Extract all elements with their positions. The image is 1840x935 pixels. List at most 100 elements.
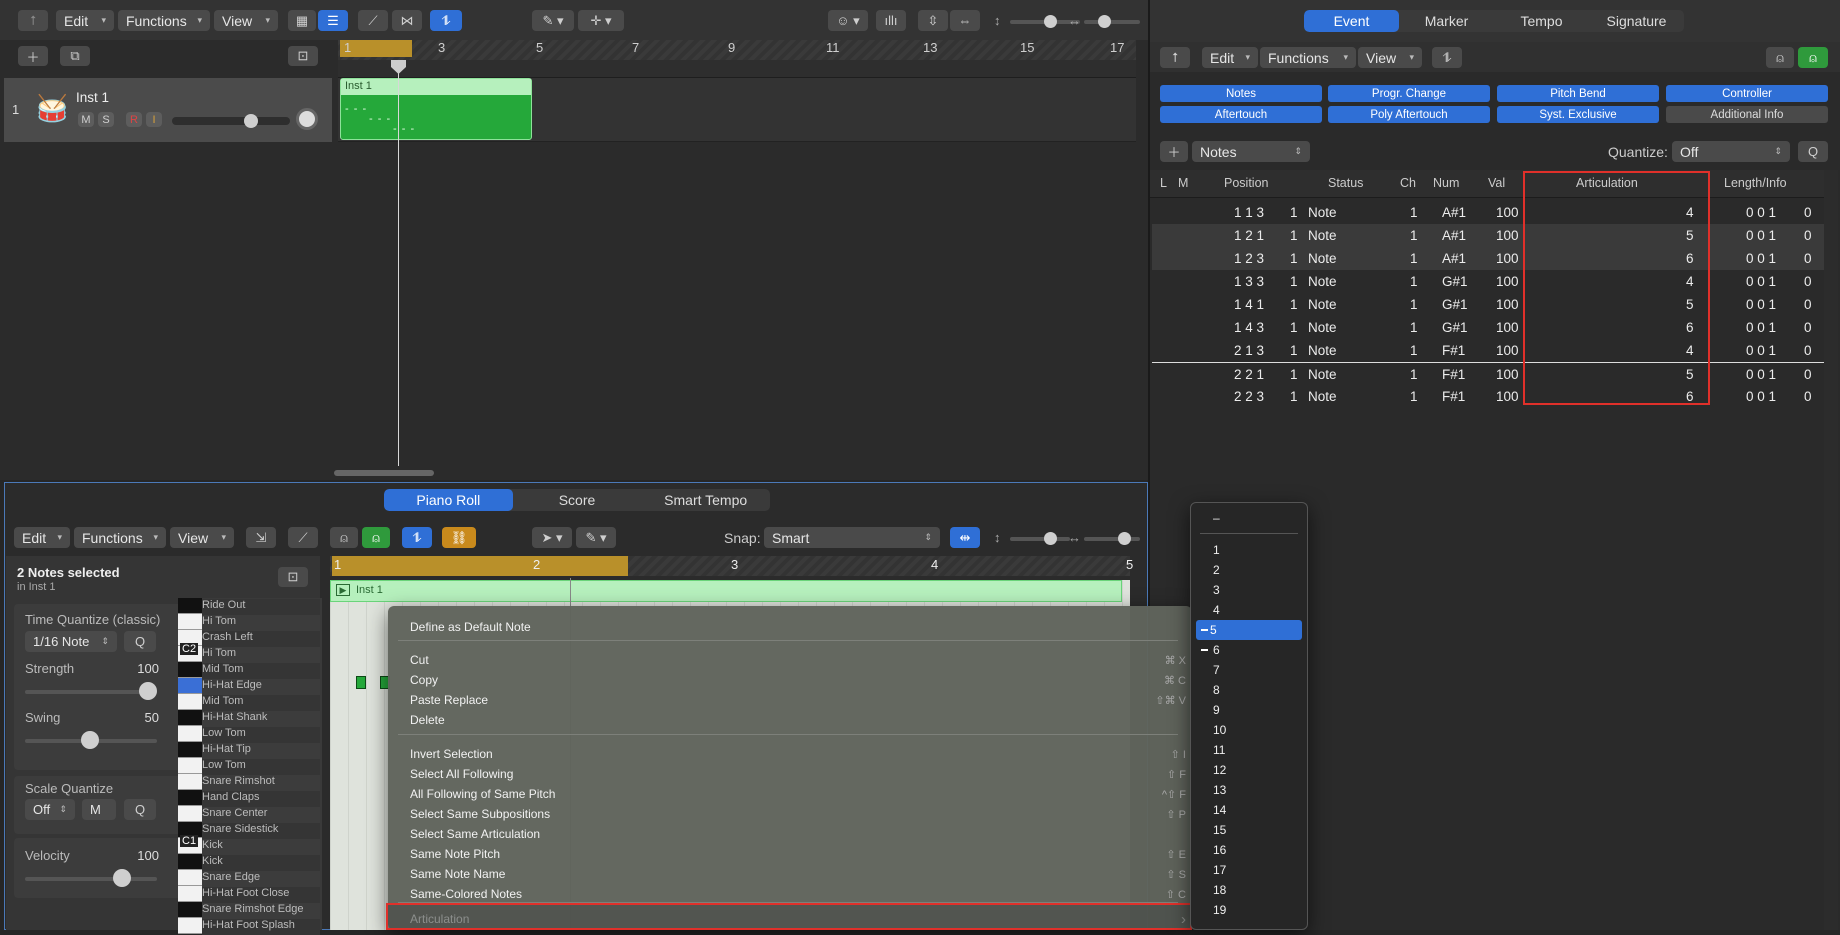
header-l[interactable]: L <box>1160 176 1167 190</box>
menu-item-select-same-subpositions[interactable]: Select Same Subpositions ⇧ P <box>388 804 1188 824</box>
event-type-select[interactable]: Notes ⇕ <box>1192 141 1310 162</box>
piano-key[interactable] <box>178 758 202 774</box>
flex-icon[interactable]: ⋈ <box>392 10 422 31</box>
horizontal-fit-icon[interactable]: ⇔ <box>950 10 980 31</box>
functions-menu[interactable]: Functions ▾ <box>118 10 210 31</box>
articulation-option[interactable]: 7 <box>1193 660 1305 680</box>
mute-button[interactable]: M <box>78 112 94 127</box>
piano-key[interactable] <box>178 662 202 678</box>
smiley-icon[interactable]: ☺ ▾ <box>828 10 868 31</box>
list-scrollbar[interactable] <box>1824 170 1838 930</box>
editor-cycle-region[interactable] <box>332 556 628 576</box>
header-m[interactable]: M <box>1178 176 1188 190</box>
piano-key[interactable] <box>178 694 202 710</box>
header-channel[interactable]: Ch <box>1400 176 1416 190</box>
midi-out-icon[interactable]: ⍝ <box>1766 47 1794 68</box>
tracks-ruler[interactable] <box>338 40 1136 60</box>
snap-select[interactable]: Smart ⇕ <box>764 527 940 548</box>
midi-in-icon[interactable]: ⍝ <box>362 527 390 548</box>
midi-out-icon[interactable]: ⍝ <box>330 527 358 548</box>
menu-item-define-as-default-note[interactable]: Define as Default Note <box>388 617 1188 637</box>
time-quantize-select[interactable]: 1/16 Note ⇕ <box>25 631 117 652</box>
articulation-option[interactable]: 12 <box>1193 760 1305 780</box>
waveform-icon[interactable]: ıllı <box>876 10 906 31</box>
quantize-select[interactable]: Off ⇕ <box>1672 141 1790 162</box>
piano-key[interactable] <box>178 598 202 614</box>
pr-view-menu[interactable]: View ▾ <box>170 527 234 548</box>
event-row[interactable]: 1 4 1 1 Note 1 G#1 100 5 0 0 10 <box>1152 293 1824 316</box>
event-row[interactable]: 1 2 3 1 Note 1 A#1 100 6 0 0 10 <box>1152 247 1824 270</box>
event-row[interactable]: 1 4 3 1 Note 1 G#1 100 6 0 0 10 <box>1152 316 1824 339</box>
articulation-option[interactable]: 10 <box>1193 720 1305 740</box>
link-icon[interactable]: ⛓ <box>442 527 476 548</box>
volume-slider[interactable] <box>172 114 290 128</box>
catch-icon[interactable]: ⥮ <box>402 527 432 548</box>
articulation-option[interactable]: 9 <box>1193 700 1305 720</box>
record-button[interactable]: R <box>126 112 142 127</box>
midi-note[interactable] <box>356 676 366 689</box>
filter-program-change[interactable]: Progr. Change <box>1328 85 1490 102</box>
tab-marker[interactable]: Marker <box>1399 10 1494 32</box>
pencil-tool-icon[interactable]: ✎ ▾ <box>532 10 574 31</box>
menu-item-same-colored-notes[interactable]: Same-Colored Notes ⇧ C <box>388 884 1188 904</box>
region-catch-icon[interactable]: ⊡ <box>288 46 318 66</box>
edit-menu[interactable]: Edit ▾ <box>56 10 114 31</box>
header-val[interactable]: Val <box>1488 176 1505 190</box>
menu-item-invert-selection[interactable]: Invert Selection ⇧ I <box>388 744 1188 764</box>
piano-key[interactable] <box>178 806 202 822</box>
track-name[interactable]: Inst 1 <box>76 90 109 105</box>
articulation-option[interactable]: 3 <box>1193 580 1305 600</box>
quantize-q-button[interactable]: Q <box>1798 141 1828 162</box>
swing-slider[interactable] <box>25 731 157 749</box>
articulation-option[interactable]: 11 <box>1193 740 1305 760</box>
articulation-option[interactable]: 2 <box>1193 560 1305 580</box>
articulation-option[interactable]: 13 <box>1193 780 1305 800</box>
automation-icon[interactable]: ⟋ <box>358 10 388 31</box>
event-row[interactable]: 1 1 3 1 Note 1 A#1 100 4 0 0 10 <box>1152 201 1824 224</box>
midi-thru-icon[interactable]: ⍝ <box>1798 47 1828 68</box>
catch-icon[interactable]: ⥮ <box>430 10 462 31</box>
grid-view-icon[interactable]: ▦ <box>288 10 316 31</box>
add-event-button[interactable]: ＋ <box>1160 141 1188 162</box>
piano-key[interactable] <box>178 870 202 886</box>
list-view-icon[interactable]: ☰ <box>318 10 348 31</box>
event-row[interactable]: 2 1 3 1 Note 1 F#1 100 4 0 0 10 <box>1152 339 1824 362</box>
event-row[interactable]: 1 2 1 1 Note 1 A#1 100 5 0 0 10 <box>1152 224 1824 247</box>
piano-key[interactable] <box>178 854 202 870</box>
articulation-option[interactable]: 15 <box>1193 820 1305 840</box>
articulation-option[interactable]: 5 <box>1196 620 1302 640</box>
time-quantize-q-button[interactable]: Q <box>124 631 156 652</box>
automation-icon[interactable]: ⟋ <box>288 527 318 548</box>
articulation-option[interactable]: 4 <box>1193 600 1305 620</box>
menu-item-select-same-articulation[interactable]: Select Same Articulation <box>388 824 1188 844</box>
pr-functions-menu[interactable]: Functions ▾ <box>74 527 166 548</box>
tab-score[interactable]: Score <box>513 489 642 511</box>
piano-key[interactable] <box>178 678 202 694</box>
back-icon[interactable]: ⭡ <box>1160 47 1190 68</box>
event-row[interactable]: 1 3 3 1 Note 1 G#1 100 4 0 0 10 <box>1152 270 1824 293</box>
duplicate-track-icon[interactable]: ⧉ <box>60 46 90 66</box>
scale-quantize-select[interactable]: Off ⇕ <box>25 799 75 820</box>
catch-icon[interactable]: ⥮ <box>1432 47 1462 68</box>
piano-key[interactable] <box>178 742 202 758</box>
pointer-tool-icon[interactable]: ✛ ▾ <box>578 10 624 31</box>
scale-quantize-q-button[interactable]: Q <box>124 799 156 820</box>
menu-item-all-following-of-same-pitch[interactable]: All Following of Same Pitch ^⇧ F <box>388 784 1188 804</box>
strength-slider[interactable] <box>25 682 157 700</box>
articulation-option[interactable]: 14 <box>1193 800 1305 820</box>
solo-button[interactable]: S <box>98 112 114 127</box>
horizontal-zoom-slider[interactable]: ↔ <box>1066 13 1144 29</box>
event-view-menu[interactable]: View ▾ <box>1358 47 1422 68</box>
tab-smart-tempo[interactable]: Smart Tempo <box>641 489 770 511</box>
header-length[interactable]: Length/Info <box>1724 176 1787 190</box>
view-menu[interactable]: View ▾ <box>214 10 278 31</box>
menu-item-delete[interactable]: Delete <box>388 710 1188 730</box>
piano-key[interactable] <box>178 790 202 806</box>
fit-icon[interactable]: ⇹ <box>950 527 980 548</box>
articulation-none[interactable]: – <box>1193 508 1305 528</box>
filter-poly-aftertouch[interactable]: Poly Aftertouch <box>1328 106 1490 123</box>
tab-signature[interactable]: Signature <box>1589 10 1684 32</box>
piano-key[interactable] <box>178 902 202 918</box>
articulation-option[interactable]: 16 <box>1193 840 1305 860</box>
event-edit-menu[interactable]: Edit ▾ <box>1202 47 1258 68</box>
